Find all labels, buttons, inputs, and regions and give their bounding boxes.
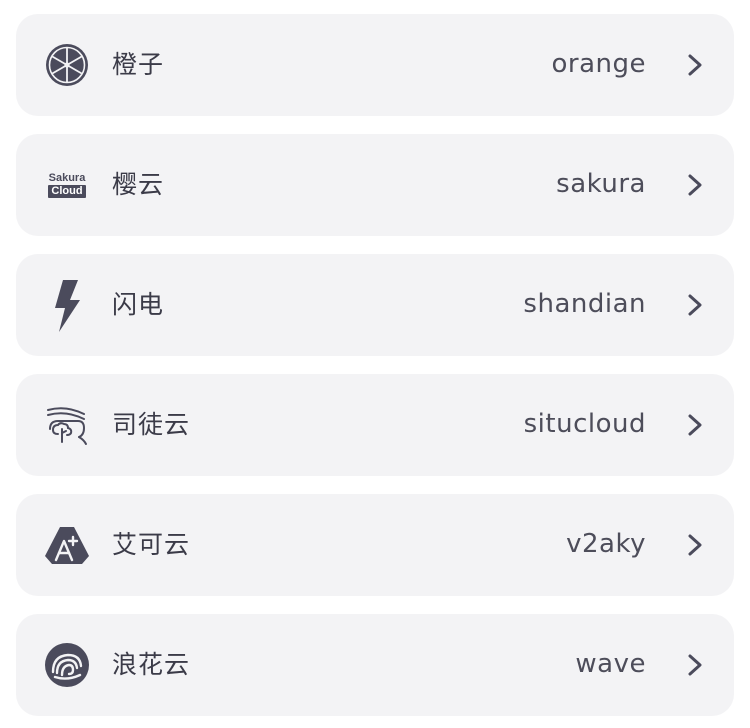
chevron-right-icon: [688, 654, 702, 676]
chevron-right-icon: [688, 54, 702, 76]
list-item-sakura[interactable]: Sakura Cloud 樱云 sakura: [16, 134, 734, 236]
provider-list: 橙子 orange Sakura Cloud 樱云 sakura 闪电 shan…: [0, 0, 750, 728]
item-code: shandian: [523, 289, 646, 319]
chevron-right-icon: [688, 414, 702, 436]
list-item-situcloud[interactable]: 司徒云 situcloud: [16, 374, 734, 476]
item-code: wave: [575, 649, 646, 679]
list-item-v2aky[interactable]: 艾可云 v2aky: [16, 494, 734, 596]
sakura-cloud-logo: Sakura Cloud: [44, 162, 90, 208]
wave-circle-icon: [44, 642, 90, 688]
list-item-orange[interactable]: 橙子 orange: [16, 14, 734, 116]
item-code: v2aky: [566, 529, 646, 559]
item-name: 橙子: [112, 50, 165, 79]
orange-slice-icon: [44, 42, 90, 88]
item-code: sakura: [556, 169, 646, 199]
item-name: 司徒云: [112, 410, 191, 439]
chevron-right-icon: [688, 174, 702, 196]
chevron-right-icon: [688, 294, 702, 316]
list-item-wave[interactable]: 浪花云 wave: [16, 614, 734, 716]
logo-text-top: Sakura: [48, 172, 86, 184]
lightning-bolt-icon: [44, 280, 90, 332]
item-code: orange: [551, 49, 646, 79]
chevron-right-icon: [688, 534, 702, 556]
item-name: 闪电: [112, 290, 165, 319]
item-name: 樱云: [112, 170, 165, 199]
list-item-shandian[interactable]: 闪电 shandian: [16, 254, 734, 356]
item-name: 艾可云: [112, 530, 191, 559]
cloud-wave-icon: [44, 402, 90, 448]
logo-text-bottom: Cloud: [48, 185, 86, 198]
item-name: 浪花云: [112, 650, 191, 679]
triangle-a-icon: [44, 522, 90, 568]
item-code: situcloud: [523, 409, 646, 439]
